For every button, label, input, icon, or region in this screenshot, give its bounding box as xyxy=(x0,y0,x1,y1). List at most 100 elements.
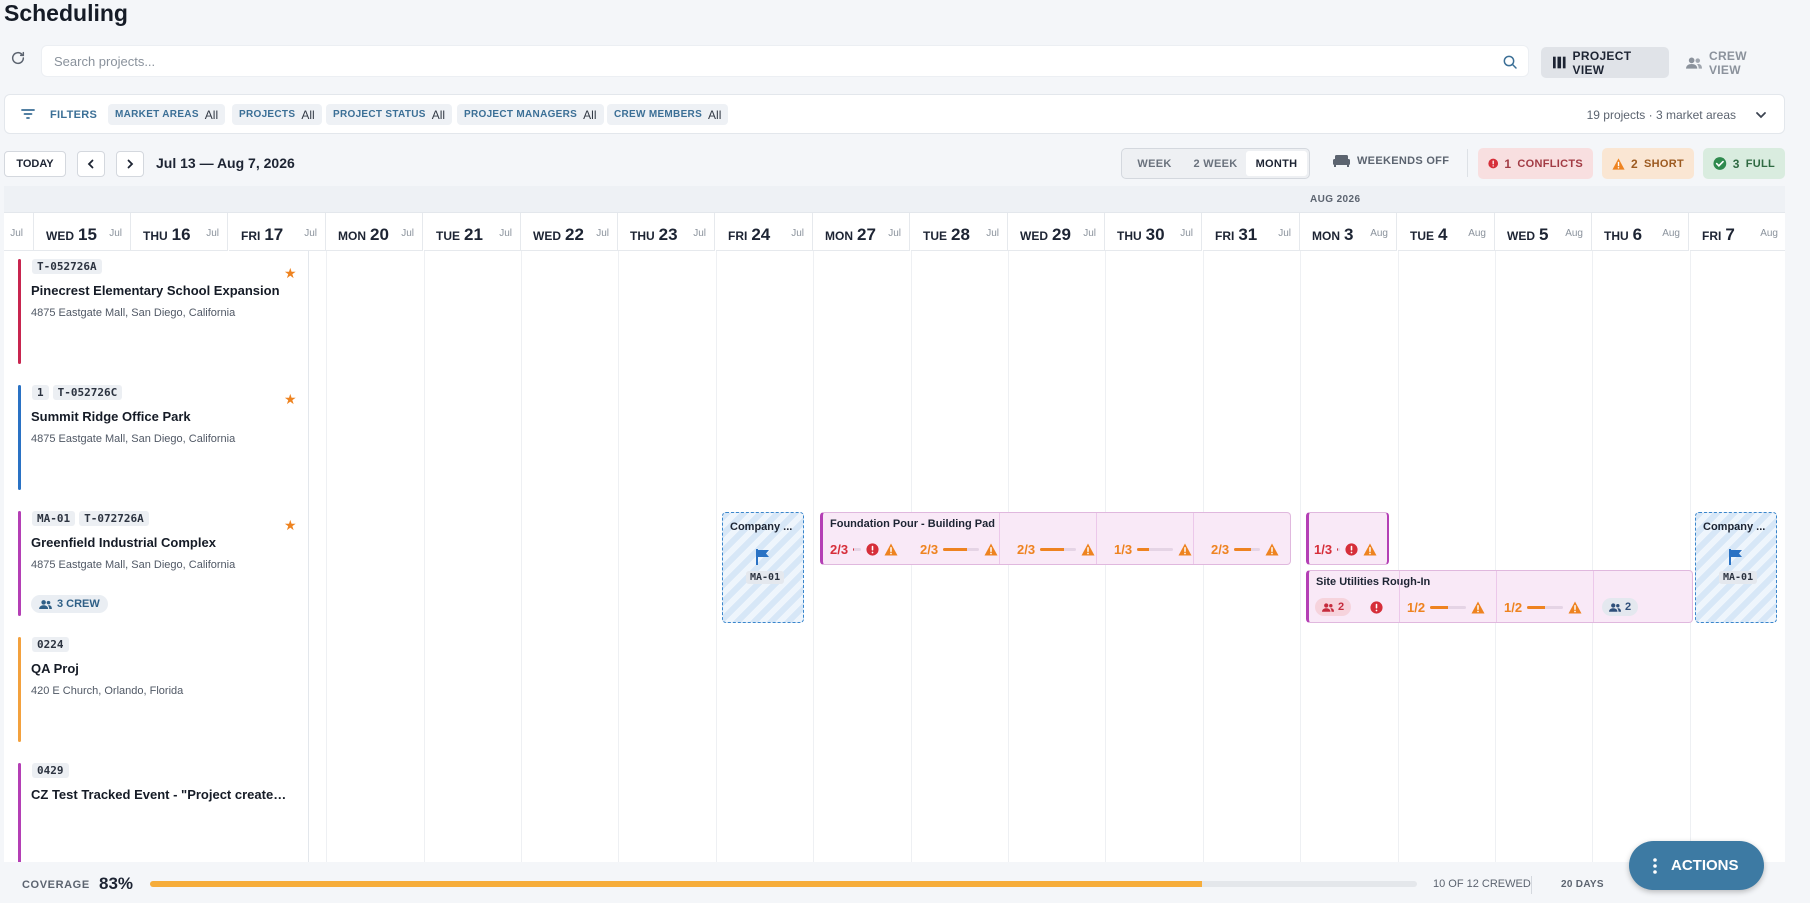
task-foundation-pour[interactable]: Foundation Pour - Building Pad 2/3 2/3 2… xyxy=(820,512,1291,565)
filter-chip-project-managers[interactable]: PROJECT MANAGERS All xyxy=(457,104,604,125)
flag-icon xyxy=(1729,549,1742,565)
day-month: Jul xyxy=(10,228,23,239)
error-icon xyxy=(866,542,879,556)
task-site-utilities[interactable]: Site Utilities Rough-In 2 1/2 1/2 2 xyxy=(1306,570,1693,623)
day-month: Jul xyxy=(304,228,317,239)
star-icon[interactable]: ★ xyxy=(284,391,297,408)
day-header: WED 29 Jul xyxy=(1008,213,1105,251)
full-badge[interactable]: 3 FULL xyxy=(1703,148,1785,179)
company-event[interactable]: Company ... MA-01 xyxy=(722,512,804,623)
day-column-line xyxy=(618,251,619,862)
star-icon[interactable]: ★ xyxy=(284,265,297,282)
weekends-toggle[interactable]: WEEKENDS OFF xyxy=(1333,155,1449,167)
day-number: 7 xyxy=(1725,225,1735,244)
today-button[interactable]: TODAY xyxy=(4,151,66,177)
crew-fill-bar xyxy=(1337,547,1341,551)
project-view-button[interactable]: PROJECT VIEW xyxy=(1541,47,1669,78)
crew-conflict-count: 2 xyxy=(1338,601,1345,613)
crew-badge[interactable]: 3 CREW xyxy=(31,595,108,613)
filter-chip-market-areas[interactable]: MARKET AREAS All xyxy=(108,104,226,125)
crew-count-pill[interactable]: 2 xyxy=(1602,598,1639,616)
day-month: Aug xyxy=(1370,228,1388,239)
company-event-code: MA-01 xyxy=(746,571,785,584)
day-divider xyxy=(999,513,1000,564)
day-column-line xyxy=(1592,251,1593,862)
filter-icon[interactable] xyxy=(21,108,35,120)
search-icon[interactable] xyxy=(1502,54,1518,70)
project-row[interactable]: 1 T-052726C Summit Ridge Office Park 4875… xyxy=(4,377,309,503)
task-day-cell[interactable]: 2/3 xyxy=(1017,539,1095,559)
month-label: AUG 2026 xyxy=(1310,194,1361,205)
task-day-cell[interactable]: 2 xyxy=(1315,597,1383,617)
toolbar-divider xyxy=(1467,149,1468,177)
search-bar xyxy=(41,45,1529,77)
search-input[interactable] xyxy=(42,46,1442,76)
range-2-week[interactable]: 2 WEEK xyxy=(1185,151,1246,176)
actions-button[interactable]: ACTIONS xyxy=(1629,841,1764,890)
project-color-strip xyxy=(18,511,21,616)
filters-label[interactable]: FILTERS xyxy=(50,109,97,121)
project-row[interactable]: 0429 CZ Test Tracked Event - "Project cr… xyxy=(4,755,309,862)
day-month: Jul xyxy=(1083,228,1096,239)
day-month: Jul xyxy=(791,228,804,239)
company-event-title: Company ... xyxy=(730,521,793,533)
warning-icon xyxy=(884,542,898,556)
task-day-cell[interactable]: 2/3 xyxy=(830,539,898,559)
day-label: MON 27 xyxy=(825,225,876,245)
day-number: 4 xyxy=(1438,225,1448,244)
conflicts-badge[interactable]: 1 CONFLICTS xyxy=(1478,148,1593,179)
crew-count-value: 2 xyxy=(1625,601,1632,613)
day-label: THU 6 xyxy=(1604,225,1642,245)
project-row[interactable]: T-052726A Pinecrest Elementary School Ex… xyxy=(4,251,309,377)
next-button[interactable] xyxy=(116,151,144,177)
prev-button[interactable] xyxy=(77,151,105,177)
crew-conflict-pill[interactable]: 2 xyxy=(1315,598,1352,616)
day-label: WED 22 xyxy=(533,225,584,245)
day-number: 29 xyxy=(1052,225,1071,244)
company-event[interactable]: Company ... MA-01 xyxy=(1695,512,1777,623)
day-number: 28 xyxy=(951,225,970,244)
project-codes: 1 T-052726C xyxy=(32,385,123,400)
day-label: WED 29 xyxy=(1020,225,1071,245)
chevron-down-icon[interactable] xyxy=(1754,108,1768,122)
task-day-cell[interactable]: 1/3 xyxy=(1114,539,1192,559)
range-month[interactable]: MONTH xyxy=(1246,151,1307,176)
day-month: Aug xyxy=(1468,228,1486,239)
refresh-icon[interactable] xyxy=(10,50,26,66)
crew-fill xyxy=(1234,547,1252,551)
day-divider xyxy=(1496,571,1497,622)
task-day-cell[interactable]: 1/2 xyxy=(1504,597,1582,617)
day-column-line xyxy=(326,251,327,862)
day-label: MON 20 xyxy=(338,225,389,245)
short-badge[interactable]: 2 SHORT xyxy=(1602,148,1694,179)
day-label: THU 30 xyxy=(1117,225,1165,245)
crew-view-button[interactable]: CREW VIEW xyxy=(1674,47,1790,78)
chip-key: MARKET AREAS xyxy=(115,109,199,120)
crew-fraction: 2/3 xyxy=(1017,541,1036,557)
filter-chip-project-status[interactable]: PROJECT STATUS All xyxy=(326,104,453,125)
filter-chip-crew-members[interactable]: CREW MEMBERS All xyxy=(607,104,729,125)
day-month: Aug xyxy=(1760,228,1778,239)
warning-icon xyxy=(984,542,998,556)
task-day-cell[interactable]: 2 xyxy=(1602,597,1639,617)
day-of-week: TUE xyxy=(1410,229,1434,243)
day-of-week: THU xyxy=(1604,229,1629,243)
crewed-count: 10 OF 12 CREWED xyxy=(1433,878,1531,890)
day-of-week: FRI xyxy=(1702,229,1722,243)
task-day-cell[interactable]: 1/3 xyxy=(1314,539,1377,559)
warning-icon xyxy=(1471,600,1485,614)
project-row[interactable]: 0224 QA Proj 420 E Church, Orlando, Flor… xyxy=(4,629,309,755)
star-icon[interactable]: ★ xyxy=(284,517,297,534)
task-day-cell[interactable]: 2/3 xyxy=(920,539,998,559)
chip-value: All xyxy=(204,107,219,122)
day-of-week: WED xyxy=(1507,229,1535,243)
task-day-cell[interactable]: 2/3 xyxy=(1211,539,1279,559)
day-of-week: FRI xyxy=(241,229,261,243)
crew-fill xyxy=(1137,547,1149,551)
task-day-cell[interactable]: 1/2 xyxy=(1407,597,1485,617)
project-row[interactable]: MA-01 T-072726A Greenfield Industrial Com… xyxy=(4,503,309,629)
filter-chip-projects[interactable]: PROJECTS All xyxy=(232,104,322,125)
more-vertical-icon xyxy=(1653,857,1657,874)
range-week[interactable]: WEEK xyxy=(1124,151,1185,176)
task-foundation-pour-cont[interactable]: 1/3 xyxy=(1306,512,1389,565)
